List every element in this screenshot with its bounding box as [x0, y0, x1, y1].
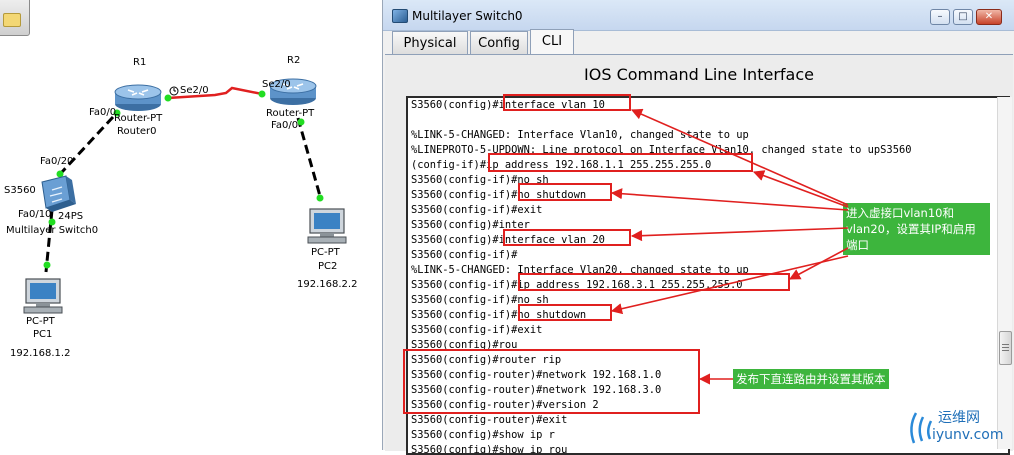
sw-model-label: 24PS	[58, 211, 84, 222]
watermark-url: iyunv.com	[932, 427, 1004, 443]
link-dot	[258, 90, 266, 98]
tab-config[interactable]: Config	[470, 31, 528, 55]
highlight-ip-vlan20	[518, 273, 790, 291]
cli-line: S3560(config-if)#exit	[411, 204, 543, 216]
window-title: Multilayer Switch0	[412, 9, 523, 23]
link-r2-pc2	[296, 117, 322, 197]
cli-scrollbar[interactable]	[997, 97, 1012, 449]
r1-fa00-label: Fa0/0	[89, 107, 117, 118]
sw-fa010-label: Fa0/10	[18, 209, 52, 220]
r2-label: R2	[287, 55, 301, 66]
r1-model-label: Router-PT	[114, 113, 163, 124]
pc1-icon	[23, 278, 63, 314]
note-rip-config: 发布下直连路由并设置其版本	[733, 369, 889, 389]
switch-app-icon	[392, 9, 408, 23]
highlight-no-shutdown-1	[518, 183, 612, 201]
scrollbar-thumb[interactable]	[999, 331, 1012, 365]
highlight-interface-vlan10	[503, 94, 631, 111]
clock-icon	[169, 86, 179, 96]
link-dot	[43, 261, 51, 269]
highlight-router-rip-block	[403, 349, 700, 414]
highlight-ip-vlan10	[488, 153, 753, 172]
r2-se20-label: Se2/0	[262, 79, 291, 90]
pc2-name-label: PC2	[318, 261, 338, 272]
tab-physical[interactable]: Physical	[392, 31, 468, 55]
maximize-button[interactable]: □	[953, 9, 973, 25]
pc1-model-label: PC-PT	[26, 316, 55, 327]
minimize-button[interactable]: –	[930, 9, 950, 25]
watermark: 运维网 iyunv.com	[904, 405, 1014, 450]
r1-se20-label: Se2/0	[180, 85, 209, 96]
link-dot	[297, 118, 305, 126]
pc2-icon	[307, 208, 347, 244]
sw-fa020-label: Fa0/20	[40, 156, 74, 167]
cli-line: S3560(config)#show ip r	[411, 429, 555, 441]
r1-name-label: Router0	[117, 126, 157, 137]
pc1-ip-label: 192.168.1.2	[10, 348, 71, 359]
link-dot	[164, 94, 172, 102]
cli-heading: IOS Command Line Interface	[584, 65, 814, 84]
cli-line: S3560(config-if)#exit	[411, 324, 543, 336]
cli-line: %LINK-5-CHANGED: Interface Vlan10, chang…	[411, 129, 749, 141]
r1-label: R1	[133, 57, 147, 68]
r2-model-label: Router-PT	[266, 108, 315, 119]
link-dot	[316, 194, 324, 202]
sw-host-label: S3560	[4, 185, 36, 196]
sw-name-label: Multilayer Switch0	[6, 225, 99, 236]
window-titlebar[interactable]: Multilayer Switch0 – □ ✕	[383, 0, 1014, 31]
r2-fa00-label: Fa0/0	[271, 120, 299, 131]
pc2-model-label: PC-PT	[311, 247, 340, 258]
highlight-no-shutdown-2	[518, 304, 612, 321]
pc2-ip-label: 192.168.2.2	[297, 279, 358, 290]
highlight-interface-vlan20	[503, 229, 631, 246]
tab-cli[interactable]: CLI	[530, 29, 574, 55]
note-vlan-config: 进入虚接口vlan10和vlan20，设置其IP和启用端口	[843, 203, 990, 255]
close-button[interactable]: ✕	[976, 9, 1002, 25]
multilayer-switch-icon	[41, 175, 76, 212]
watermark-cn: 运维网	[938, 410, 980, 426]
topology-canvas[interactable]: R1 R2 Se2/0 Se2/0 Fa0/0 Router-PT Router…	[0, 0, 382, 450]
cli-line: S3560(config-if)#	[411, 249, 518, 261]
router-r1-icon	[114, 84, 162, 111]
cli-line: S3560(config-router)#exit	[411, 414, 568, 426]
pc1-name-label: PC1	[33, 329, 53, 340]
